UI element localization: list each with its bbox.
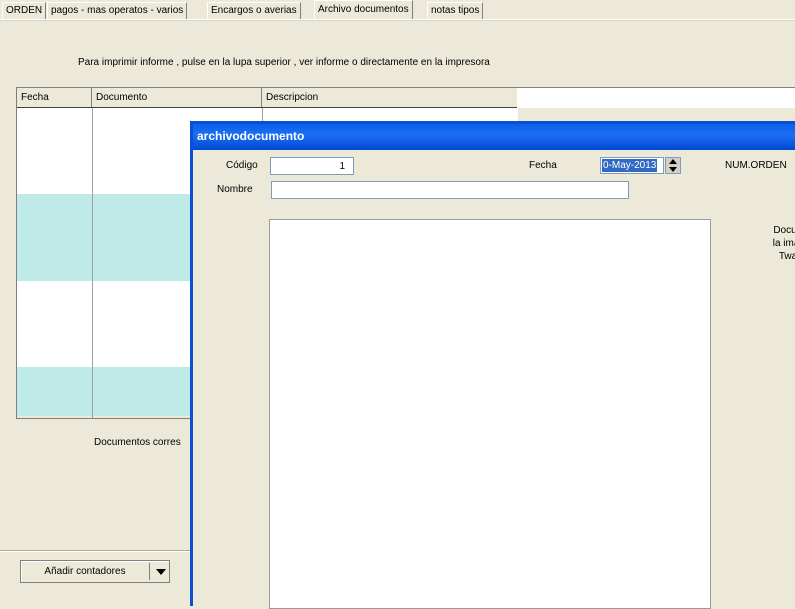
archivodocumento-dialog: archivodocumento Código Fecha 0-May-2013…	[190, 121, 795, 609]
column-separator	[92, 108, 93, 418]
column-header-documento[interactable]: Documento	[92, 88, 262, 107]
codigo-input[interactable]	[270, 157, 354, 175]
tab-pagos[interactable]: pagos - mas operatos - varios	[47, 2, 188, 19]
tab-orden[interactable]: ORDEN	[2, 2, 47, 19]
add-counters-button-label: Añadir contadores	[44, 566, 126, 577]
nombre-label: Nombre	[217, 184, 253, 195]
twain-text-line: Twain	[778, 251, 795, 262]
grid-right-area	[517, 87, 795, 108]
grid-header: Fecha Documento Descripcion	[17, 88, 518, 108]
print-instructions: Para imprimir informe , pulse en la lupa…	[78, 57, 490, 68]
twain-text-line: Docum	[773, 225, 795, 236]
documents-label: Documentos corres	[94, 437, 181, 448]
codigo-label: Código	[226, 160, 258, 171]
tab-archivo-documentos[interactable]: Archivo documentos	[314, 0, 413, 20]
column-header-descripcion[interactable]: Descripcion	[262, 88, 518, 107]
tab-encargos[interactable]: Encargos o averias	[207, 2, 301, 19]
fecha-spinner[interactable]	[665, 157, 681, 174]
dropdown-arrow-icon[interactable]	[156, 569, 166, 575]
button-split-divider	[149, 563, 150, 580]
dialog-titlebar[interactable]: archivodocumento	[193, 124, 795, 150]
spin-down-icon[interactable]	[669, 167, 677, 172]
fecha-selected-value: 0-May-2013	[602, 159, 658, 172]
spin-up-icon[interactable]	[669, 159, 677, 164]
tab-notas-tipos[interactable]: notas tipos	[427, 2, 484, 19]
add-counters-button[interactable]: Añadir contadores	[20, 560, 170, 583]
column-header-fecha[interactable]: Fecha	[17, 88, 92, 107]
bottom-divider-highlight	[0, 551, 190, 552]
nombre-input[interactable]	[271, 181, 629, 199]
tab-divider-shadow	[0, 20, 795, 21]
tab-bar: ORDEN pagos - mas operatos - varios Enca…	[0, 0, 795, 20]
twain-instructions: Docum la imag Twain	[765, 224, 795, 263]
fecha-label: Fecha	[529, 160, 557, 171]
fecha-date-input[interactable]: 0-May-2013	[600, 157, 664, 174]
twain-text-line: la imag	[772, 238, 795, 249]
document-image-area[interactable]	[269, 219, 711, 609]
dialog-title: archivodocumento	[197, 129, 305, 143]
num-orden-label: NUM.ORDEN	[725, 160, 787, 171]
